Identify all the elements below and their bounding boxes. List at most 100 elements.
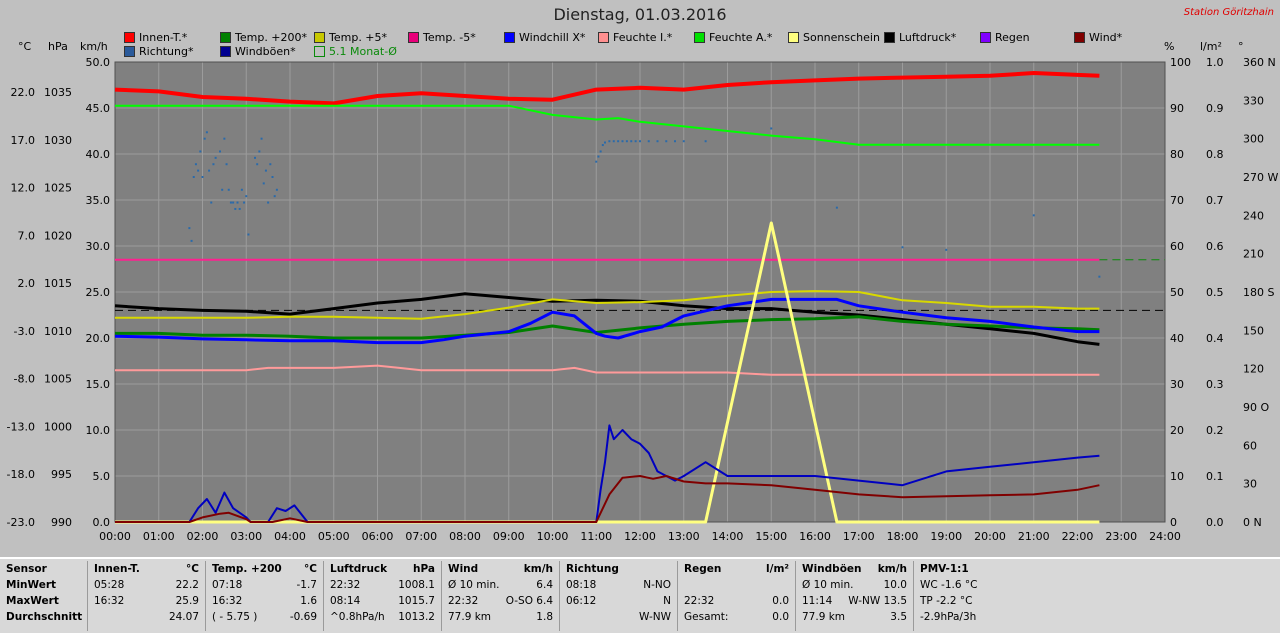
- legend-label: 5.1 Monat-Ø: [329, 45, 397, 58]
- legend-swatch: [788, 32, 799, 43]
- legend-item-3: Temp. -5*: [408, 31, 476, 44]
- legend-swatch: [598, 32, 609, 43]
- direction-point: [208, 169, 211, 172]
- x-tick-label: 14:00: [712, 530, 744, 543]
- direction-point: [223, 137, 226, 140]
- x-tick-label: 13:00: [668, 530, 700, 543]
- legend-item-13: 5.1 Monat-Ø: [314, 45, 397, 58]
- legend-item-4: Windchill X*: [504, 31, 585, 44]
- legend-item-12: Windböen*: [220, 45, 296, 58]
- legend-swatch: [314, 46, 325, 57]
- x-tick-label: 17:00: [843, 530, 875, 543]
- direction-point: [269, 163, 272, 166]
- legend-label: Luftdruck*: [899, 31, 957, 44]
- direction-point: [617, 140, 620, 143]
- legend-item-8: Luftdruck*: [884, 31, 956, 44]
- direction-point: [225, 163, 228, 166]
- direction-point: [194, 163, 197, 166]
- statistics-panel: Sensor MinWert MaxWert Durchschnitt Inne…: [0, 557, 1280, 633]
- stats-avg-label: Durchschnitt: [6, 611, 83, 623]
- rain-tick-label: 0.4: [1206, 332, 1224, 345]
- stats-luftdruck-min-time: 22:32: [330, 579, 361, 591]
- legend-swatch: [884, 32, 895, 43]
- direction-point: [604, 141, 606, 144]
- direction-point: [621, 140, 624, 143]
- legend-swatch: [980, 32, 991, 43]
- direction-point: [199, 150, 202, 153]
- legend-item-6: Feuchte A.*: [694, 31, 772, 44]
- humidity-tick-label: 10: [1170, 470, 1184, 483]
- rain-tick-label: 0.1: [1206, 470, 1224, 483]
- direction-tick-label: 240: [1243, 209, 1264, 222]
- legend-label: Temp. -5*: [423, 31, 476, 44]
- direction-point: [254, 156, 256, 159]
- direction-point: [625, 140, 628, 143]
- stats-innen-max-time: 16:32: [94, 595, 125, 607]
- stats-regen-max-time: 22:32: [684, 595, 715, 607]
- direction-tick-label: 120: [1243, 363, 1264, 376]
- stats-luftdruck-column: Luftdruck hPa 22:32 1008.1 08:14 1015.7 ^0.…: [326, 561, 442, 631]
- x-tick-label: 22:00: [1062, 530, 1094, 543]
- x-tick-label: 05:00: [318, 530, 350, 543]
- direction-point: [608, 140, 611, 143]
- stats-wind-max-time: 22:32: [448, 595, 479, 607]
- x-tick-label: 21:00: [1018, 530, 1050, 543]
- humidity-tick-label: 90: [1170, 102, 1184, 115]
- pressure-tick-label: 1010: [44, 325, 72, 338]
- legend-swatch: [124, 46, 135, 57]
- stats-temp200-column: Temp. +200 °C 07:18 -1.7 16:32 1.6 ( - 5.75…: [208, 561, 324, 631]
- direction-point: [682, 140, 685, 143]
- stats-temp200-min-value: -1.7: [296, 579, 318, 591]
- legend-label: Feuchte A.*: [709, 31, 773, 44]
- temp-tick-label: 12.0: [11, 182, 36, 195]
- direction-point: [945, 248, 948, 251]
- direction-point: [704, 140, 707, 143]
- legend-swatch: [1074, 32, 1085, 43]
- direction-point: [214, 156, 217, 159]
- rain-tick-label: 0.5: [1206, 286, 1224, 299]
- direction-point: [639, 140, 641, 143]
- stats-innen-min-time: 05:28: [94, 579, 125, 591]
- legend-label: Temp. +200*: [235, 31, 308, 44]
- stats-windboen-column: Windböen km/h Ø 10 min. 10.0 11:14 W-NW 13.…: [798, 561, 914, 631]
- wind-tick-label: 0.0: [93, 516, 111, 529]
- x-tick-label: 04:00: [274, 530, 306, 543]
- stats-richtung-avg-value: W-NW: [639, 611, 671, 623]
- direction-tick-label: 0 N: [1243, 516, 1262, 529]
- wind-tick-label: 10.0: [86, 424, 111, 437]
- direction-point: [1098, 275, 1101, 278]
- stats-richtung-max-time: 06:12: [566, 595, 597, 607]
- direction-point: [612, 140, 615, 143]
- temp-tick-label: 22.0: [11, 86, 36, 99]
- direction-point: [262, 182, 265, 185]
- direction-tick-label: 270 W: [1243, 171, 1278, 184]
- stats-temp200-max-time: 16:32: [212, 595, 243, 607]
- humidity-tick-label: 60: [1170, 240, 1184, 253]
- legend-swatch: [408, 32, 419, 43]
- direction-point: [267, 201, 270, 204]
- wind-tick-label: 40.0: [86, 148, 111, 161]
- direction-point: [273, 195, 276, 198]
- direction-tick-label: 60: [1243, 439, 1257, 452]
- unit-lm2: l/m²: [1200, 40, 1222, 53]
- stats-sensor-column: Sensor MinWert MaxWert Durchschnitt: [2, 561, 88, 631]
- stats-pmv-pressure-trend: -2.9hPa/3h: [920, 611, 977, 623]
- legend-item-11: Richtung*: [124, 45, 193, 58]
- legend-label: Windböen*: [235, 45, 296, 58]
- rain-tick-label: 0.3: [1206, 378, 1224, 391]
- stats-max-label: MaxWert: [6, 595, 59, 607]
- stats-richtung-column: Richtung 08:18 N-NO 06:12 N W-NW: [562, 561, 678, 631]
- stats-luftdruck-max-value: 1015.7: [398, 595, 435, 607]
- direction-point: [634, 140, 637, 143]
- station-name: Station Göritzhain: [1183, 7, 1274, 18]
- x-tick-label: 20:00: [974, 530, 1006, 543]
- direction-point: [192, 176, 195, 178]
- direction-point: [236, 201, 239, 204]
- weather-chart: 00:00 01:00 02:00 03:00 04:00 05:00 06:00 07:00…: [0, 0, 1280, 557]
- chart-svg: 00:00 01:00 02:00 03:00 04:00 05:00 06:00 07:00…: [7, 56, 1279, 543]
- direction-tick-label: 90 O: [1243, 401, 1269, 414]
- pressure-tick-label: 1030: [44, 134, 72, 147]
- x-tick-label: 24:00: [1149, 530, 1181, 543]
- direction-point: [197, 169, 200, 172]
- stats-wind-distance: 77.9 km: [448, 611, 492, 623]
